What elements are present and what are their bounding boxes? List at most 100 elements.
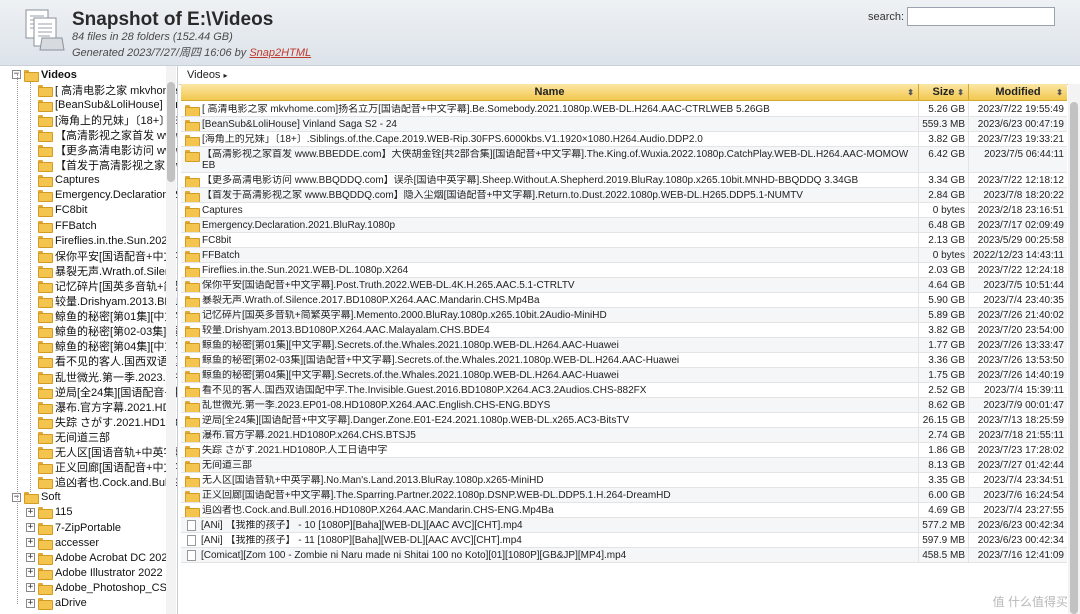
- table-row[interactable]: 鲸鱼的秘密[第04集][中文字幕].Secrets.of.the.Whales.…: [181, 368, 1067, 383]
- tree-item[interactable]: FC8bit: [38, 203, 87, 218]
- tree-toggle-icon[interactable]: +: [26, 507, 35, 517]
- table-row[interactable]: 瀑布.官方字幕.2021.HD1080P.x264.CHS.BTSJ5 2.74 …: [181, 428, 1067, 443]
- tree-toggle-icon[interactable]: +: [26, 568, 35, 578]
- item-name[interactable]: FFBatch: [202, 250, 240, 261]
- table-row[interactable]: 【首发于高清影视之家 www.BBQDDQ.com】隐入尘烟[国语配音+中文字幕…: [181, 188, 1067, 203]
- table-row[interactable]: [ANi] 【我推的孩子】 - 11 [1080P][Baha][WEB-DL]…: [181, 533, 1067, 548]
- tree-item[interactable]: Fireflies.in.the.Sun.2021: [38, 233, 174, 248]
- tree-item[interactable]: Emergency.Declaration.2021: [38, 188, 177, 203]
- tree-item[interactable]: 逆局[全24集][国语配音+中文: [38, 384, 177, 399]
- table-row[interactable]: [ 高清电影之家 mkvhome.com]扬名立万[国语配音+中文字幕].Be.…: [181, 102, 1067, 117]
- tree-item[interactable]: 鲸鱼的秘密[第01集][中文字幕]: [38, 309, 177, 324]
- item-name[interactable]: 鲸鱼的秘密[第04集][中文字幕].Secrets.of.the.Whales.…: [202, 370, 619, 381]
- search-input[interactable]: [907, 7, 1055, 26]
- tree-scrollbar-thumb[interactable]: [167, 82, 175, 182]
- item-name[interactable]: 鲸鱼的秘密[第02-03集][国语配音+中文字幕].Secrets.of.the…: [202, 355, 679, 366]
- table-row[interactable]: [Comicat][Zom 100 - Zombie ni Naru made …: [181, 548, 1067, 563]
- tree-item[interactable]: + aDrive: [26, 596, 87, 611]
- item-name[interactable]: [ANi] 【我推的孩子】 - 11 [1080P][Baha][WEB-DL]…: [201, 535, 522, 546]
- table-row[interactable]: [BeanSub&LoliHouse] Vinland Saga S2 - 24…: [181, 117, 1067, 132]
- item-name[interactable]: [ANi] 【我推的孩子】 - 10 [1080P][Baha][WEB-DL]…: [201, 520, 523, 531]
- tree-item[interactable]: 无人区[国语音轨+中英字幕]: [38, 445, 177, 460]
- table-row[interactable]: 鲸鱼的秘密[第02-03集][国语配音+中文字幕].Secrets.of.the…: [181, 353, 1067, 368]
- table-row[interactable]: [海角上的兄妹」〔18+〕.Siblings.of.the.Cape.2019.…: [181, 132, 1067, 147]
- item-name[interactable]: 保你平安[国语配音+中文字幕].Post.Truth.2022.WEB-DL.4…: [202, 280, 575, 291]
- item-name[interactable]: [Comicat][Zom 100 - Zombie ni Naru made …: [201, 550, 626, 561]
- table-row[interactable]: 看不见的客人.国西双语国配中字.The.Invisible.Guest.2016…: [181, 383, 1067, 398]
- tree-toggle-icon[interactable]: +: [26, 523, 35, 532]
- item-name[interactable]: 记忆碎片[国英多音轨+简繁英字幕].Memento.2000.BluRay.10…: [202, 310, 607, 321]
- tree-item[interactable]: 记忆碎片[国英多音轨+简繁: [38, 278, 177, 293]
- table-row[interactable]: FC8bit 2.13 GB 2023/5/29 00:25:58: [181, 233, 1067, 248]
- column-header-name[interactable]: Name ⬍: [181, 84, 919, 101]
- item-name[interactable]: 瀑布.官方字幕.2021.HD1080P.x264.CHS.BTSJ5: [202, 430, 416, 441]
- tree-item-videos[interactable]: − Videos: [12, 67, 77, 82]
- breadcrumb-item[interactable]: Videos: [187, 69, 220, 81]
- tree-item[interactable]: 瀑布.官方字幕.2021.HD1080P: [38, 399, 177, 414]
- snap2html-link[interactable]: Snap2HTML: [249, 47, 311, 59]
- tree-toggle-icon[interactable]: +: [26, 598, 35, 608]
- item-name[interactable]: Fireflies.in.the.Sun.2021.WEB-DL.1080p.X…: [202, 265, 408, 276]
- tree-toggle-icon[interactable]: +: [26, 583, 35, 593]
- item-name[interactable]: [BeanSub&LoliHouse] Vinland Saga S2 - 24: [202, 119, 397, 130]
- item-name[interactable]: 较量.Drishyam.2013.BD1080P.X264.AAC.Malaya…: [202, 325, 490, 336]
- item-name[interactable]: 【高清影视之家首发 www.BBEDDE.com】大侠胡金铨[共2部合集][国语…: [202, 149, 914, 171]
- tree-item[interactable]: FFBatch: [38, 218, 97, 233]
- table-row[interactable]: Fireflies.in.the.Sun.2021.WEB-DL.1080p.X…: [181, 263, 1067, 278]
- table-row[interactable]: 无间道三部 8.13 GB 2023/7/27 01:42:44: [181, 458, 1067, 473]
- item-name[interactable]: 鲸鱼的秘密[第01集][中文字幕].Secrets.of.the.Whales.…: [202, 340, 619, 351]
- tree-item[interactable]: + Adobe Illustrator 2022: [26, 565, 163, 580]
- item-name[interactable]: 【更多高清电影访问 www.BBQDDQ.com】误杀[国语中英字幕].Shee…: [202, 175, 858, 186]
- tree-item[interactable]: 鲸鱼的秘密[第04集][中文字幕]: [38, 339, 177, 354]
- table-row[interactable]: 记忆碎片[国英多音轨+简繁英字幕].Memento.2000.BluRay.10…: [181, 308, 1067, 323]
- column-header-size[interactable]: Size ⬍: [919, 84, 969, 101]
- tree-item[interactable]: + accesser: [26, 535, 99, 550]
- item-name[interactable]: 逆局[全24集][国语配音+中文字幕].Danger.Zone.E01-E24.…: [202, 415, 629, 426]
- table-row[interactable]: Captures 0 bytes 2023/2/18 23:16:51: [181, 203, 1067, 218]
- column-header-modified[interactable]: Modified ⬍: [969, 84, 1067, 101]
- item-name[interactable]: FC8bit: [202, 235, 231, 246]
- tree-item[interactable]: + Adobe Acrobat DC 2022: [26, 550, 174, 565]
- table-row[interactable]: [ANi] 【我推的孩子】 - 10 [1080P][Baha][WEB-DL]…: [181, 518, 1067, 533]
- tree-item[interactable]: 乱世微光.第一季.2023.EP01: [38, 369, 177, 384]
- tree-item[interactable]: 追凶者也.Cock.and.Bull.2016: [38, 475, 177, 490]
- tree-item[interactable]: Captures: [38, 173, 100, 188]
- item-name[interactable]: 正义回廊[国语配音+中文字幕].The.Sparring.Partner.202…: [202, 490, 671, 501]
- tree-item[interactable]: + Adobe_Photoshop_CS6: [26, 580, 173, 595]
- tree-item[interactable]: 无间道三部: [38, 429, 110, 444]
- table-row[interactable]: 正义回廊[国语配音+中文字幕].The.Sparring.Partner.202…: [181, 488, 1067, 503]
- tree-item[interactable]: [海角上的兄妹」〔18+〕.Siblings: [38, 112, 177, 127]
- tree-item[interactable]: [ 高清电影之家 mkvhome.com]扬名立万: [38, 82, 177, 97]
- table-row[interactable]: 乱世微光.第一季.2023.EP01-08.HD1080P.X264.AAC.E…: [181, 398, 1067, 413]
- item-name[interactable]: Captures: [202, 205, 243, 216]
- tree-item-soft[interactable]: − Soft: [12, 490, 61, 505]
- item-name[interactable]: [ 高清电影之家 mkvhome.com]扬名立万[国语配音+中文字幕].Be.…: [202, 104, 770, 115]
- tree-item[interactable]: +115: [26, 505, 73, 520]
- item-name[interactable]: [海角上的兄妹」〔18+〕.Siblings.of.the.Cape.2019.…: [202, 134, 703, 145]
- table-row[interactable]: FFBatch 0 bytes 2022/12/23 14:43:11: [181, 248, 1067, 263]
- tree-item[interactable]: +7-ZipPortable: [26, 520, 121, 535]
- item-name[interactable]: 无人区[国语音轨+中英字幕].No.Man's.Land.2013.BluRay…: [202, 475, 544, 486]
- tree-item[interactable]: 保你平安[国语配音+中文字幕]: [38, 248, 177, 263]
- table-row[interactable]: 较量.Drishyam.2013.BD1080P.X264.AAC.Malaya…: [181, 323, 1067, 338]
- table-row[interactable]: 【更多高清电影访问 www.BBQDDQ.com】误杀[国语中英字幕].Shee…: [181, 173, 1067, 188]
- item-name[interactable]: 【首发于高清影视之家 www.BBQDDQ.com】隐入尘烟[国语配音+中文字幕…: [202, 190, 803, 201]
- tree-item[interactable]: 失踪 さがす.2021.HD1080P: [38, 414, 177, 429]
- item-name[interactable]: 追凶者也.Cock.and.Bull.2016.HD1080P.X264.AAC…: [202, 505, 554, 516]
- item-name[interactable]: Emergency.Declaration.2021.BluRay.1080p: [202, 220, 395, 231]
- tree-toggle-icon[interactable]: +: [26, 553, 35, 563]
- table-row[interactable]: 保你平安[国语配音+中文字幕].Post.Truth.2022.WEB-DL.4…: [181, 278, 1067, 293]
- item-name[interactable]: 失踪 さがす.2021.HD1080P.人工日语中字: [202, 445, 387, 456]
- list-scrollbar-thumb[interactable]: [1070, 102, 1078, 614]
- tree-item[interactable]: 鲸鱼的秘密[第02-03集][国语: [38, 324, 177, 339]
- table-row[interactable]: 追凶者也.Cock.and.Bull.2016.HD1080P.X264.AAC…: [181, 503, 1067, 518]
- table-row[interactable]: 鲸鱼的秘密[第01集][中文字幕].Secrets.of.the.Whales.…: [181, 338, 1067, 353]
- tree-item[interactable]: 较量.Drishyam.2013.BD1080P: [38, 294, 177, 309]
- tree-item[interactable]: [BeanSub&LoliHouse] Vinland Saga S2: [38, 97, 177, 112]
- item-name[interactable]: 暴裂无声.Wrath.of.Silence.2017.BD1080P.X264.…: [202, 295, 540, 306]
- tree-item[interactable]: 正义回廊[国语配音+中文字幕]: [38, 460, 177, 475]
- table-row[interactable]: 暴裂无声.Wrath.of.Silence.2017.BD1080P.X264.…: [181, 293, 1067, 308]
- tree-item[interactable]: 【更多高清电影访问 www.BBQDDQ.com】: [38, 143, 177, 158]
- item-name[interactable]: 无间道三部: [202, 460, 252, 471]
- tree-item[interactable]: 【高清影视之家首发 www.BBEDDE.com】: [38, 127, 177, 142]
